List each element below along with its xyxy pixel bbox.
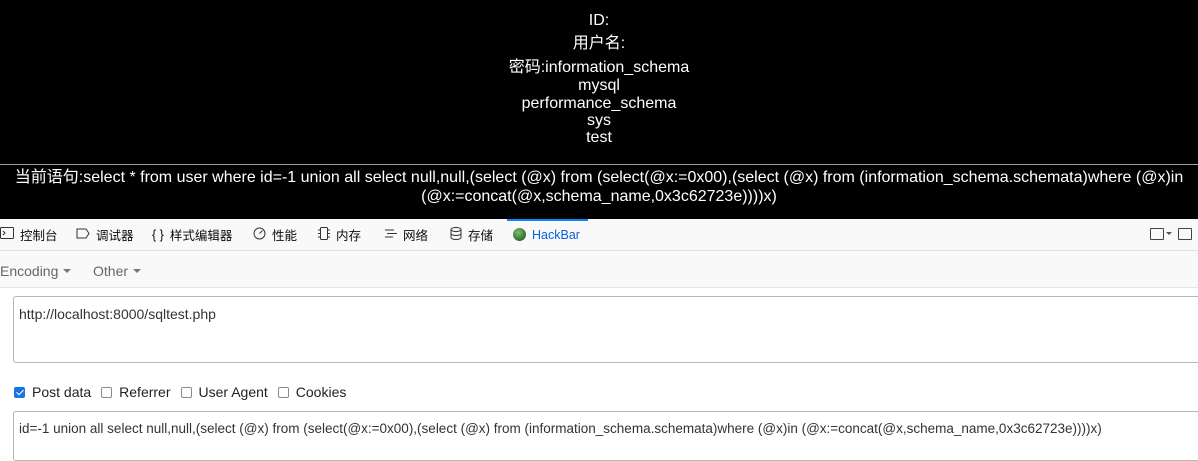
- checkbox-icon[interactable]: [180, 386, 192, 398]
- checkbox-checked-icon[interactable]: [14, 386, 25, 398]
- cookies-checkbox[interactable]: Cookies: [277, 384, 347, 400]
- referrer-checkbox[interactable]: Referrer: [101, 384, 171, 400]
- hackbar-toolbar: Encoding Other: [0, 251, 1198, 288]
- password-line: 密码:information_schema: [508, 59, 690, 76]
- current-query-text: select * from user where id=-1 union all…: [83, 169, 1184, 205]
- tab-label: 调试器: [96, 229, 134, 243]
- hackbar-icon: [513, 228, 526, 241]
- chevron-down-icon: [133, 269, 142, 274]
- tab-label: 网络: [403, 229, 429, 243]
- checkbox-icon[interactable]: [277, 386, 289, 398]
- tab-label: 样式编辑器: [169, 229, 233, 243]
- style-editor-icon: { }: [152, 227, 164, 242]
- id-line: ID:: [588, 12, 610, 29]
- checkbox-icon[interactable]: [101, 386, 113, 398]
- user-agent-checkbox[interactable]: User Agent: [180, 384, 268, 400]
- tab-performance[interactable]: 性能: [253, 219, 297, 250]
- query-result-panel: ID: 用户名: 密码:information_schema mysql per…: [0, 0, 1198, 219]
- chevron-down-icon[interactable]: [1166, 232, 1172, 235]
- chevron-down-icon: [63, 269, 72, 274]
- db-line: mysql: [578, 77, 620, 94]
- console-icon: [0, 227, 14, 242]
- db-line: sys: [587, 112, 611, 129]
- checkbox-label: Cookies: [295, 384, 347, 400]
- tab-memory[interactable]: 内存: [318, 219, 361, 250]
- tab-label: 性能: [272, 229, 298, 243]
- tab-console[interactable]: 控制台: [0, 219, 58, 250]
- post-data-textarea[interactable]: id=-1 union all select null,null,(select…: [13, 411, 1198, 461]
- tab-label: 控制台: [20, 229, 58, 243]
- other-menu[interactable]: Other: [93, 251, 142, 287]
- tab-label: HackBar: [532, 227, 580, 242]
- encoding-menu-label: Encoding: [0, 263, 59, 279]
- checkbox-label: User Agent: [198, 384, 268, 400]
- tab-debugger[interactable]: 调试器: [76, 219, 134, 250]
- current-query-label: 当前语句:: [14, 169, 84, 186]
- performance-icon: [253, 227, 266, 243]
- current-query: 当前语句:select * from user where id=-1 unio…: [0, 168, 1198, 206]
- checkbox-label: Post data: [32, 384, 92, 400]
- tab-hackbar[interactable]: HackBar: [507, 219, 588, 250]
- tab-label: 内存: [336, 229, 362, 243]
- devtools-tabbar: 控制台 调试器 { } 样式编辑器 性能 内存 网络 存储 HackBar: [0, 219, 1198, 251]
- username-line: 用户名:: [572, 35, 626, 52]
- tab-label: 存储: [468, 229, 494, 243]
- other-menu-label: Other: [93, 263, 129, 279]
- url-textarea[interactable]: http://localhost:8000/sqltest.php: [13, 296, 1198, 363]
- storage-icon: [450, 226, 462, 243]
- checkbox-label: Referrer: [119, 384, 171, 400]
- tab-storage[interactable]: 存储: [450, 219, 493, 250]
- split-console-icon[interactable]: [1178, 228, 1192, 240]
- request-options: Post data Referrer User Agent Cookies: [14, 383, 356, 401]
- db-line: performance_schema: [521, 95, 677, 112]
- divider: [0, 164, 1198, 165]
- memory-icon: [318, 226, 330, 243]
- tab-style-editor[interactable]: { } 样式编辑器: [152, 219, 232, 250]
- network-icon: [385, 228, 397, 242]
- dock-layout-icon[interactable]: [1150, 228, 1164, 240]
- post-data-checkbox[interactable]: Post data: [14, 384, 91, 400]
- encoding-menu[interactable]: Encoding: [0, 251, 72, 287]
- tab-network[interactable]: 网络: [385, 219, 428, 250]
- db-line: test: [586, 129, 612, 146]
- debugger-icon: [76, 228, 90, 242]
